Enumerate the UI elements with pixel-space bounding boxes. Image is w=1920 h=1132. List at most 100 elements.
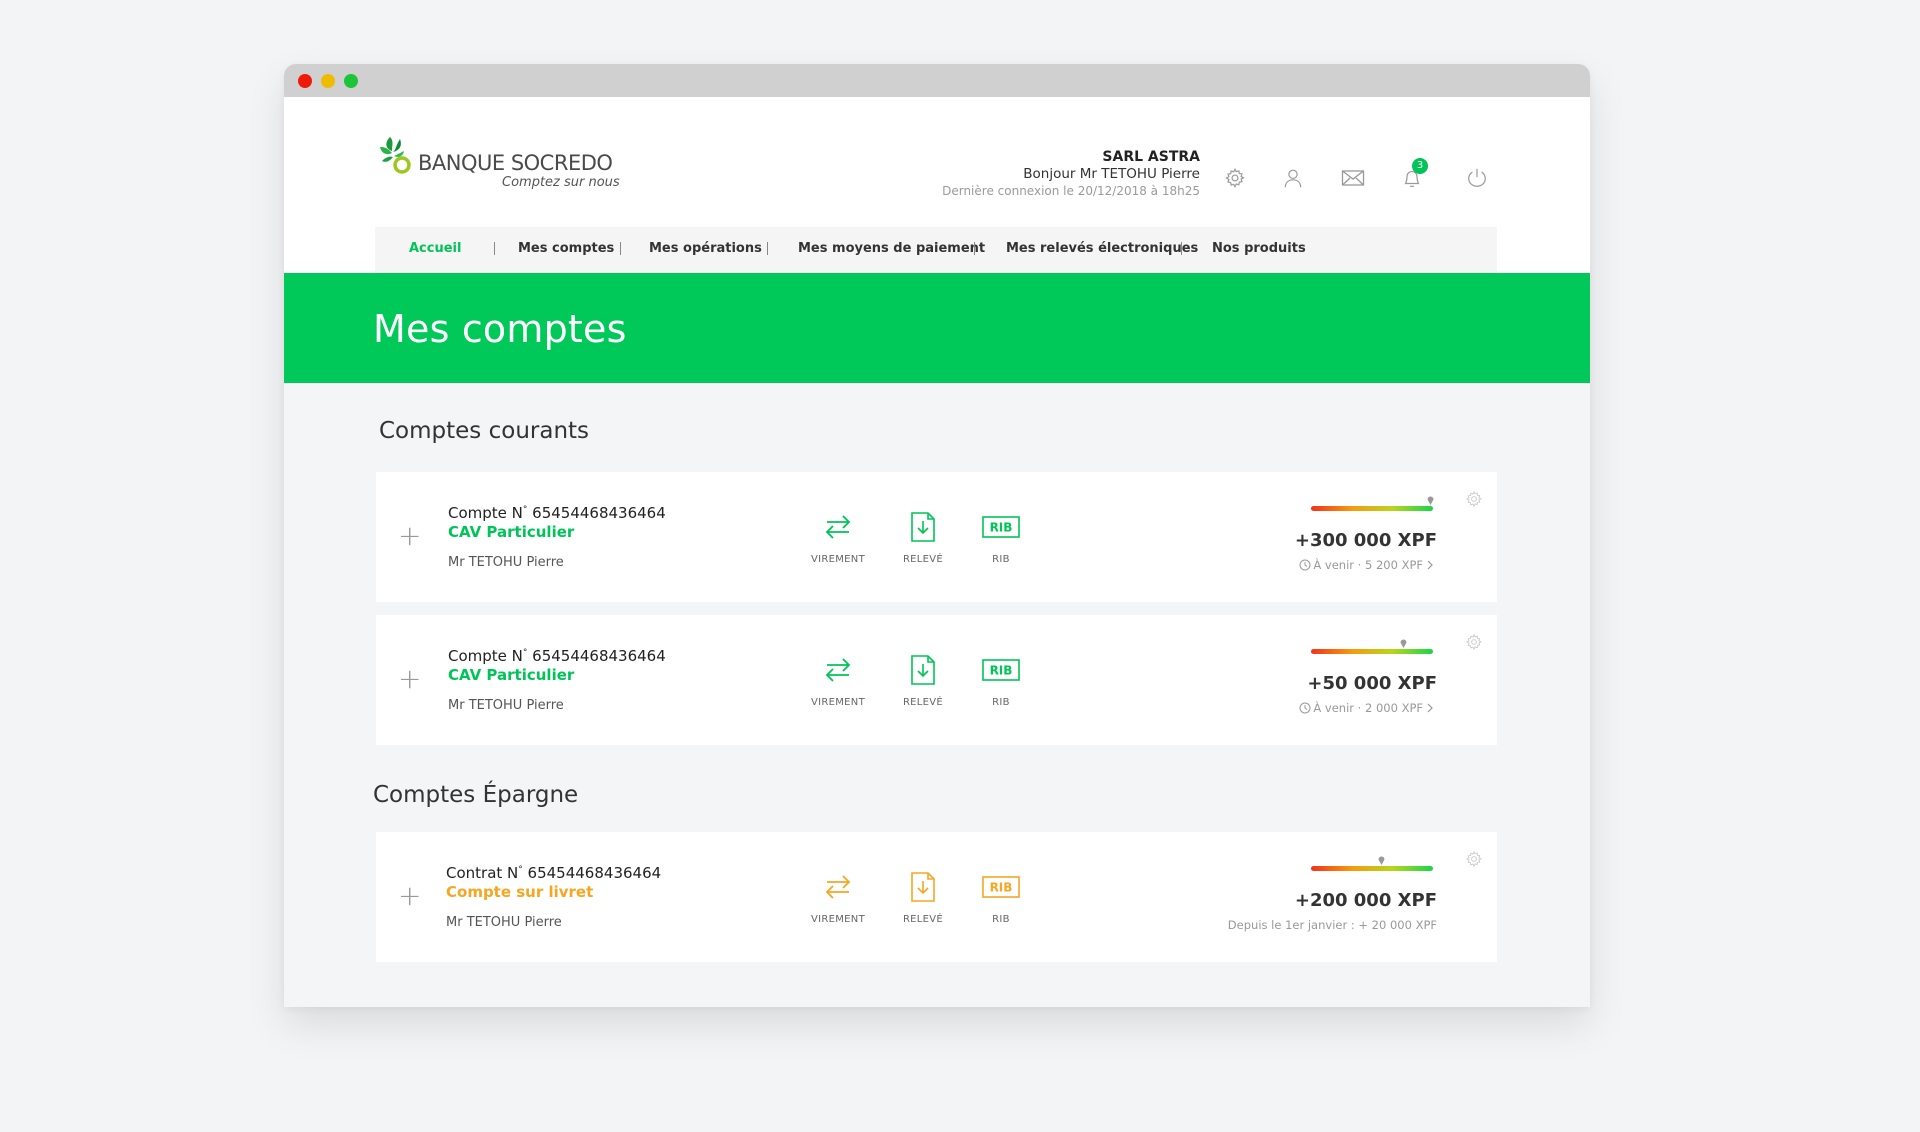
notification-badge: 3	[1412, 158, 1428, 174]
account-card: + Compte N° 65454468436464 CAV Particuli…	[376, 615, 1497, 745]
brand-logo[interactable]: BANQUE SOCREDO Comptez sur nous	[376, 133, 636, 195]
account-settings-button[interactable]	[1465, 850, 1483, 872]
gear-icon	[1225, 167, 1245, 189]
balance-gauge	[1311, 496, 1434, 511]
site-header: BANQUE SOCREDO Comptez sur nous SARL AST…	[284, 97, 1590, 273]
gear-icon	[1466, 490, 1483, 508]
nav-separator	[974, 242, 975, 255]
nav-item-accueil[interactable]: Accueil	[409, 241, 461, 256]
maximize-window-button[interactable]	[344, 74, 358, 88]
virement-label: VIREMENT	[811, 697, 865, 708]
settings-button[interactable]	[1221, 164, 1249, 192]
rib-label: RIB	[992, 697, 1010, 708]
nav-separator	[1181, 242, 1182, 255]
nav-item-nos-produits[interactable]: Nos produits	[1212, 241, 1306, 256]
account-type: CAV Particulier	[448, 523, 575, 541]
account-owner: Mr TETOHU Pierre	[448, 698, 564, 713]
close-window-button[interactable]	[298, 74, 312, 88]
balance-gauge	[1311, 639, 1433, 654]
releve-label: RELEVÉ	[902, 914, 944, 925]
brand-tagline: Comptez sur nous	[502, 175, 620, 190]
account-balance: +300 000 XPF	[1294, 530, 1437, 551]
transfer-icon	[825, 515, 851, 539]
nav-item-releves-electroniques[interactable]: Mes relevés électroniques	[1006, 241, 1198, 256]
since-january-amount: Depuis le 1er janvier : + 20 000 XPF	[1228, 918, 1437, 932]
gear-icon	[1466, 633, 1483, 651]
rib-icon-text: RIB	[990, 521, 1013, 535]
account-card: + Compte N° 65454468436464 CAV Particuli…	[376, 472, 1497, 602]
gauge-marker-icon	[1427, 496, 1434, 505]
gauge-marker-icon	[1400, 639, 1407, 648]
user-info: SARL ASTRA Bonjour Mr TETOHU Pierre Dern…	[942, 149, 1200, 200]
account-settings-button[interactable]	[1465, 490, 1483, 512]
expand-account-button[interactable]: +	[398, 665, 421, 693]
releve-action[interactable]: RELEVÉ	[888, 653, 958, 708]
rib-action[interactable]: RIB RIB	[966, 653, 1036, 708]
last-login: Dernière connexion le 20/12/2018 à 18h25	[942, 184, 1200, 198]
account-number: Compte N° 65454468436464	[448, 647, 666, 665]
minimize-window-button[interactable]	[321, 74, 335, 88]
transfer-icon	[825, 658, 851, 682]
virement-action[interactable]: VIREMENT	[803, 510, 873, 565]
balance-gauge	[1311, 856, 1433, 871]
nav-item-mes-operations[interactable]: Mes opérations	[649, 241, 762, 256]
company-name: SARL ASTRA	[1102, 149, 1200, 165]
nav-item-mes-comptes[interactable]: Mes comptes	[518, 241, 614, 256]
rib-icon: RIB	[982, 516, 1020, 538]
nav-separator	[620, 242, 621, 255]
rib-action[interactable]: RIB RIB	[966, 870, 1036, 925]
rib-label: RIB	[992, 914, 1010, 925]
account-balance: +200 000 XPF	[1294, 890, 1437, 911]
statement-download-icon	[911, 872, 935, 902]
expand-account-button[interactable]: +	[398, 522, 421, 550]
releve-label: RELEVÉ	[902, 697, 944, 708]
user-greeting: Bonjour Mr TETOHU Pierre	[1023, 166, 1200, 182]
virement-action[interactable]: VIREMENT	[803, 653, 873, 708]
messages-button[interactable]	[1339, 164, 1367, 192]
page-title: Mes comptes	[373, 307, 627, 351]
rib-icon: RIB	[982, 876, 1020, 898]
account-card: + Contrat N° 65454468436464 Compte sur l…	[376, 832, 1497, 962]
account-type: Compte sur livret	[446, 883, 594, 901]
window-titlebar	[284, 64, 1590, 97]
nav-separator	[494, 242, 495, 255]
rib-action[interactable]: RIB RIB	[966, 510, 1036, 565]
statement-download-icon	[911, 512, 935, 542]
releve-label: RELEVÉ	[902, 554, 944, 565]
transfer-icon	[825, 875, 851, 899]
logout-button[interactable]	[1463, 164, 1491, 192]
brand-name: BANQUE SOCREDO	[418, 151, 613, 175]
notifications-button[interactable]: 3	[1398, 158, 1428, 192]
profile-button[interactable]	[1279, 164, 1307, 192]
account-number-label: Compte N	[448, 647, 523, 665]
releve-action[interactable]: RELEVÉ	[888, 510, 958, 565]
clock-icon	[1299, 559, 1311, 571]
account-number-value: 65454468436464	[527, 647, 666, 665]
user-icon	[1284, 169, 1302, 188]
account-number-value: 65454468436464	[522, 864, 662, 882]
main-nav: Accueil Mes comptes Mes opérations Mes m…	[375, 227, 1497, 273]
nav-item-moyens-paiement[interactable]: Mes moyens de paiement	[798, 241, 985, 256]
nav-separator	[767, 242, 768, 255]
pending-amount-link[interactable]: À venir · 5 200 XPF	[1299, 558, 1435, 572]
gear-icon	[1466, 850, 1483, 868]
account-number-value: 65454468436464	[527, 504, 666, 522]
page-banner: Mes comptes	[284, 273, 1590, 383]
account-balance: +50 000 XPF	[1307, 673, 1437, 694]
pending-amount-link[interactable]: À venir · 2 000 XPF	[1299, 701, 1435, 715]
statement-download-icon	[911, 655, 935, 685]
pending-amount: À venir · 2 000 XPF	[1313, 701, 1423, 715]
account-settings-button[interactable]	[1465, 633, 1483, 655]
browser-window: BANQUE SOCREDO Comptez sur nous SARL AST…	[284, 64, 1590, 1007]
account-owner: Mr TETOHU Pierre	[446, 915, 562, 930]
gauge-marker-icon	[1378, 856, 1385, 865]
account-owner: Mr TETOHU Pierre	[448, 555, 564, 570]
releve-action[interactable]: RELEVÉ	[888, 870, 958, 925]
account-number: Contrat N° 65454468436464	[446, 864, 661, 882]
virement-action[interactable]: VIREMENT	[803, 870, 873, 925]
chevron-right-icon	[1427, 560, 1433, 570]
expand-account-button[interactable]: +	[398, 882, 421, 910]
since-january-text: Depuis le 1er janvier : + 20 000 XPF	[1227, 918, 1437, 932]
section-title-comptes-epargne: Comptes Épargne	[373, 782, 579, 808]
account-type: CAV Particulier	[448, 666, 575, 684]
